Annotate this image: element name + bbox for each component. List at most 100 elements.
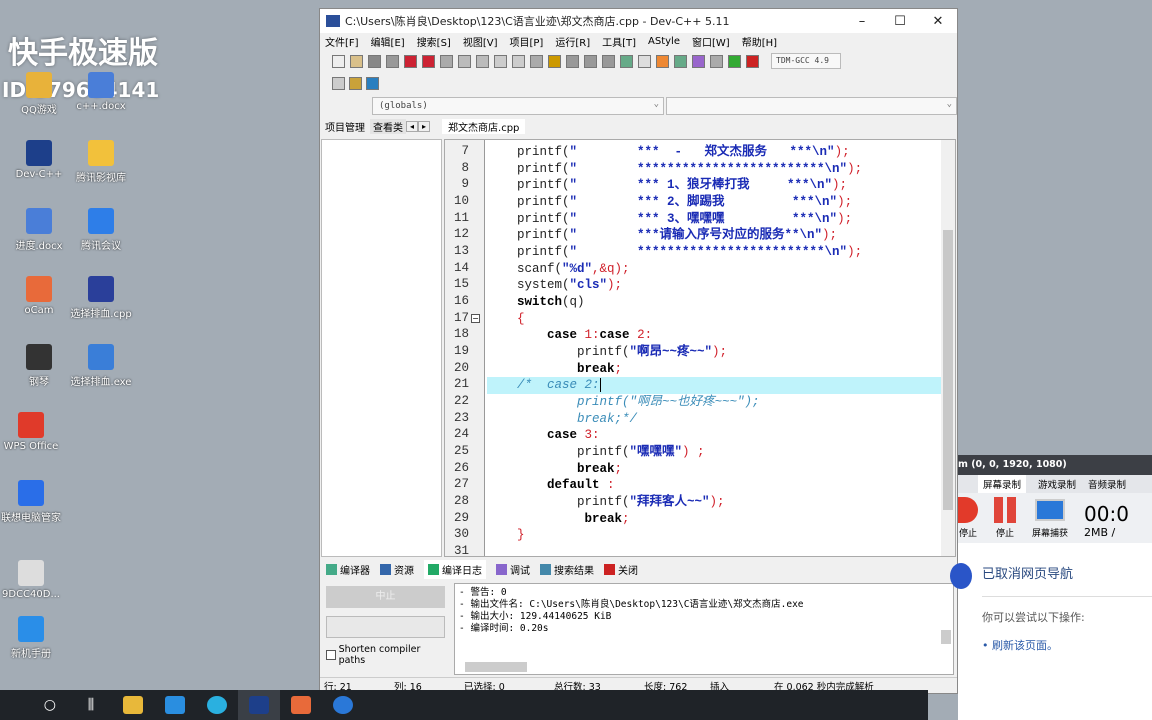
menu-item[interactable]: AStyle bbox=[648, 36, 680, 47]
tab-scroll-left[interactable]: ◂ bbox=[406, 120, 419, 132]
print-icon[interactable] bbox=[440, 54, 453, 68]
code-editor[interactable]: 7 8 9 10 11 12 13 14 15 16 17−18 19 20 21 22 23 24 25 26 27… bbox=[444, 139, 956, 557]
tab-resources[interactable]: 资源 bbox=[380, 562, 414, 577]
menu-item[interactable]: 帮助[H] bbox=[742, 34, 777, 49]
desktop-icon[interactable]: 选择排血.exe bbox=[66, 344, 136, 388]
recorder-tab[interactable]: 屏幕录制 bbox=[978, 475, 1027, 493]
open-icon[interactable] bbox=[350, 54, 363, 68]
desktop-icon[interactable]: 进度.docx bbox=[4, 208, 74, 252]
file-tab[interactable]: 郑文杰商店.cpp bbox=[442, 118, 526, 134]
function-select[interactable]: ⌄ bbox=[666, 97, 957, 115]
menu-item[interactable]: 编辑[E] bbox=[371, 34, 405, 49]
recorder-tab[interactable]: 音频录制 bbox=[1088, 477, 1126, 491]
globals-select[interactable]: (globals) ⌄ bbox=[372, 97, 664, 115]
stop-icon[interactable] bbox=[710, 54, 723, 68]
compile-icon[interactable] bbox=[620, 54, 633, 68]
minimize-button[interactable]: – bbox=[843, 14, 881, 29]
desktop-icon[interactable]: 腾讯影视库 bbox=[66, 140, 136, 184]
indent-icon[interactable] bbox=[530, 54, 543, 68]
bookmark-prev-icon[interactable] bbox=[566, 54, 579, 68]
desktop-icon[interactable]: 新机手册 bbox=[0, 616, 66, 660]
unindent-icon[interactable] bbox=[548, 54, 561, 68]
desktop-icon[interactable]: QQ游戏 bbox=[4, 72, 74, 116]
search-icon[interactable]: ○ bbox=[0, 690, 70, 720]
undo-icon[interactable] bbox=[458, 54, 471, 68]
line-number: 30 bbox=[453, 527, 469, 542]
mail-icon[interactable] bbox=[154, 690, 196, 720]
add-icon[interactable] bbox=[349, 76, 362, 90]
save-all-icon[interactable] bbox=[386, 54, 399, 68]
project-icon[interactable] bbox=[366, 76, 379, 90]
desktop-icon[interactable]: 联想电脑管家 bbox=[0, 480, 66, 524]
menu-item[interactable]: 视图[V] bbox=[463, 34, 498, 49]
goto-icon[interactable] bbox=[602, 54, 615, 68]
compile-log: - 警告: 0- 输出文件名: C:\Users\陈肖良\Desktop\123… bbox=[454, 583, 954, 675]
ocam-taskbar-icon[interactable] bbox=[280, 690, 322, 720]
menu-item[interactable]: 工具[T] bbox=[602, 34, 636, 49]
tab-compile-log[interactable]: 编译日志 bbox=[424, 559, 486, 579]
phone-icon[interactable] bbox=[322, 690, 364, 720]
menu-item[interactable]: 运行[R] bbox=[555, 34, 590, 49]
debug-icon[interactable] bbox=[746, 54, 759, 68]
recorder-tab[interactable]: 游戏录制 bbox=[1038, 477, 1076, 491]
tab-class-browser[interactable]: 查看类 bbox=[370, 118, 406, 134]
redo-icon[interactable] bbox=[476, 54, 489, 68]
screen-capture-button[interactable]: 屏幕捕获 bbox=[1032, 529, 1068, 539]
tab-search-results[interactable]: 搜索结果 bbox=[540, 562, 594, 577]
chart-icon[interactable] bbox=[728, 54, 741, 68]
desktop-icon[interactable]: oCam bbox=[4, 276, 74, 316]
devcpp-taskbar-icon[interactable] bbox=[238, 690, 280, 720]
log-hscroll[interactable] bbox=[465, 662, 527, 672]
menu-item[interactable]: 窗口[W] bbox=[692, 34, 730, 49]
browser-icon[interactable] bbox=[196, 690, 238, 720]
log-vscroll[interactable] bbox=[941, 630, 951, 644]
desktop-icon[interactable]: 钢琴 bbox=[4, 344, 74, 388]
find-icon[interactable] bbox=[494, 54, 507, 68]
line-number: 23 bbox=[453, 410, 469, 425]
menu-item[interactable]: 项目[P] bbox=[510, 34, 544, 49]
tab-debug[interactable]: 调试 bbox=[496, 562, 530, 577]
code-line: default : bbox=[487, 477, 942, 494]
close-button[interactable]: ✕ bbox=[919, 14, 957, 29]
abort-button[interactable]: 中止 bbox=[326, 586, 445, 608]
tab-close[interactable]: 关闭 bbox=[604, 562, 638, 577]
code-token: switch bbox=[517, 295, 563, 310]
desktop-icon[interactable]: 选择排血.cpp bbox=[66, 276, 136, 320]
desktop-icon[interactable]: c++.docx bbox=[66, 72, 136, 112]
line-number: 24 bbox=[453, 427, 469, 442]
menu-item[interactable]: 文件[F] bbox=[325, 34, 359, 49]
shorten-paths-checkbox[interactable] bbox=[326, 650, 336, 660]
run-icon[interactable] bbox=[638, 54, 651, 68]
refresh-link[interactable]: 刷新该页面。 bbox=[992, 639, 1058, 652]
editor-scrollbar[interactable] bbox=[941, 140, 955, 556]
line-number: 16 bbox=[453, 294, 469, 309]
tab-scroll-right[interactable]: ▸ bbox=[418, 120, 431, 132]
desktop-icon[interactable]: 9DCC40D... bbox=[0, 560, 66, 600]
desktop-icon[interactable]: Dev-C++ bbox=[4, 140, 74, 180]
replace-icon[interactable] bbox=[512, 54, 525, 68]
tab-project[interactable]: 项目管理 bbox=[320, 119, 370, 134]
desktop-icon-label: 9DCC40D... bbox=[2, 589, 60, 600]
close-all-icon[interactable] bbox=[422, 54, 435, 68]
desktop-icon[interactable]: WPS Office bbox=[0, 412, 66, 452]
maximize-button[interactable]: ☐ bbox=[881, 14, 919, 29]
rebuild-icon[interactable] bbox=[674, 54, 687, 68]
task-view-icon[interactable]: ⫼ bbox=[70, 690, 112, 720]
menu-item[interactable]: 搜索[S] bbox=[417, 34, 451, 49]
fold-toggle-icon[interactable]: − bbox=[471, 313, 480, 323]
new-icon[interactable] bbox=[332, 54, 345, 68]
compiler-select[interactable]: TDM-GCC 4.9 bbox=[771, 53, 841, 69]
compile-run-icon[interactable] bbox=[656, 54, 669, 68]
compile-icon[interactable] bbox=[332, 76, 345, 90]
compile-log-icon bbox=[428, 563, 439, 575]
bookmark-next-icon[interactable] bbox=[584, 54, 597, 68]
code-token: ; bbox=[614, 461, 623, 476]
stop-button[interactable]: 停止 bbox=[959, 529, 977, 539]
close-icon[interactable] bbox=[404, 54, 417, 68]
check-icon[interactable] bbox=[692, 54, 705, 68]
tab-compiler[interactable]: 编译器 bbox=[326, 562, 370, 577]
save-icon[interactable] bbox=[368, 54, 381, 68]
pause-button[interactable]: 停止 bbox=[996, 529, 1014, 539]
file-explorer-icon[interactable] bbox=[112, 690, 154, 720]
desktop-icon[interactable]: 腾讯会议 bbox=[66, 208, 136, 252]
